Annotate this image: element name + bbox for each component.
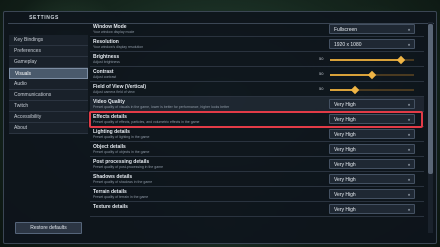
setting-row-window-mode: Window Mode Your window display mode Fulls… <box>90 22 424 37</box>
sidebar-item-communications[interactable]: Communications <box>9 90 88 101</box>
chevron-up-down-icon: ♦ <box>407 192 410 197</box>
dropdown-value: Fullscreen <box>334 27 358 33</box>
setting-description: Adjust contrast <box>93 75 117 79</box>
setting-description: Preset quality of visuals in the game, l… <box>93 105 230 109</box>
chevron-up-down-icon: ♦ <box>407 102 410 107</box>
setting-row-lighting-details: Lighting details Preset quality of lighti… <box>90 127 424 142</box>
slider-value: 50 <box>319 71 324 76</box>
setting-description: Preset quality of shadows in the game <box>93 180 153 184</box>
sidebar-item-about[interactable]: About <box>9 123 88 134</box>
chevron-up-down-icon: ♦ <box>407 42 410 47</box>
lighting-details-dropdown[interactable]: Very High ♦ <box>329 129 415 139</box>
sidebar-item-accessibility[interactable]: Accessibility <box>9 112 88 123</box>
field-of-view-vertical-slider[interactable] <box>330 85 414 95</box>
brightness-slider[interactable] <box>330 55 414 65</box>
setting-row-brightness: Brightness Adjust brightness 50 <box>90 52 424 67</box>
sidebar-item-visuals[interactable]: Visuals <box>9 68 88 79</box>
sidebar-item-key-bindings[interactable]: Key Bindings <box>9 35 88 46</box>
diamond-icon[interactable] <box>350 85 360 95</box>
setting-description: Adjust brightness <box>93 60 120 64</box>
setting-row-shadows-details: Shadows details Preset quality of shadows… <box>90 172 424 187</box>
chevron-up-down-icon: ♦ <box>407 147 410 152</box>
dropdown-value: Very High <box>334 162 356 168</box>
restore-defaults-button[interactable]: Restore defaults <box>15 222 82 234</box>
slider-fill <box>330 59 402 61</box>
setting-row-terrain-details: Terrain details Preset quality of terrain… <box>90 187 424 202</box>
dropdown-value: Very High <box>334 132 356 138</box>
post-processing-details-dropdown[interactable]: Very High ♦ <box>329 159 415 169</box>
setting-row-texture-details: Texture details Very High ♦ <box>90 202 424 217</box>
setting-description: Preset quality of lighting in the game <box>93 135 150 139</box>
contrast-slider[interactable] <box>330 70 414 80</box>
dropdown-value: 1920 x 1080 <box>334 42 362 48</box>
chevron-up-down-icon: ♦ <box>407 162 410 167</box>
setting-label: Texture details <box>93 204 128 210</box>
setting-row-field-of-view-vertical: Field of View (Vertical) Adjust camera fi… <box>90 82 424 97</box>
settings-scrollbar[interactable] <box>428 22 433 233</box>
slider-fill <box>330 74 372 76</box>
chevron-up-down-icon: ♦ <box>407 207 410 212</box>
slider-value: 50 <box>319 56 324 61</box>
setting-row-object-details: Object details Preset quality of objects … <box>90 142 424 157</box>
settings-sidebar: Key Bindings Preferences Gameplay Visual… <box>9 35 88 134</box>
terrain-details-dropdown[interactable]: Very High ♦ <box>329 189 415 199</box>
video-quality-dropdown[interactable]: Very High ♦ <box>329 99 415 109</box>
setting-description: Preset quality of terrain in the game <box>93 195 149 199</box>
slider-value: 50 <box>319 86 324 91</box>
window-title: SETTINGS <box>29 15 59 21</box>
setting-row-contrast: Contrast Adjust contrast 50 <box>90 67 424 82</box>
texture-details-dropdown[interactable]: Very High ♦ <box>329 204 415 214</box>
shadows-details-dropdown[interactable]: Very High ♦ <box>329 174 415 184</box>
object-details-dropdown[interactable]: Very High ♦ <box>329 144 415 154</box>
dropdown-value: Very High <box>334 147 356 153</box>
sidebar-item-twitch[interactable]: Twitch <box>9 101 88 112</box>
setting-description: Your window's display resolution <box>93 45 144 49</box>
setting-description: Preset quality of objects in the game <box>93 150 150 154</box>
window-mode-dropdown[interactable]: Fullscreen ♦ <box>329 24 415 34</box>
setting-description: Adjust camera field of view <box>93 90 135 94</box>
setting-description: Preset quality of post-processing in the… <box>93 165 164 169</box>
dropdown-value: Very High <box>334 207 356 213</box>
dropdown-value: Very High <box>334 192 356 198</box>
setting-row-post-processing-details: Post processing details Preset quality of… <box>90 157 424 172</box>
resolution-dropdown[interactable]: 1920 x 1080 ♦ <box>329 39 415 49</box>
dropdown-value: Very High <box>334 102 356 108</box>
chevron-up-down-icon: ♦ <box>407 177 410 182</box>
chevron-up-down-icon: ♦ <box>407 132 410 137</box>
setting-row-video-quality: Video Quality Preset quality of visuals i… <box>90 97 424 112</box>
chevron-up-down-icon: ♦ <box>407 27 410 32</box>
sidebar-item-audio[interactable]: Audio <box>9 79 88 90</box>
dropdown-value: Very High <box>334 177 356 183</box>
scrollbar-thumb[interactable] <box>428 24 433 174</box>
sidebar-item-preferences[interactable]: Preferences <box>9 46 88 57</box>
diamond-icon[interactable] <box>367 70 377 80</box>
setting-row-resolution: Resolution Your window's display resoluti… <box>90 37 424 52</box>
diamond-icon[interactable] <box>397 55 406 65</box>
sidebar-item-gameplay[interactable]: Gameplay <box>9 57 88 68</box>
setting-description: Your window display mode <box>93 30 135 34</box>
video-quality-highlight <box>89 111 423 128</box>
